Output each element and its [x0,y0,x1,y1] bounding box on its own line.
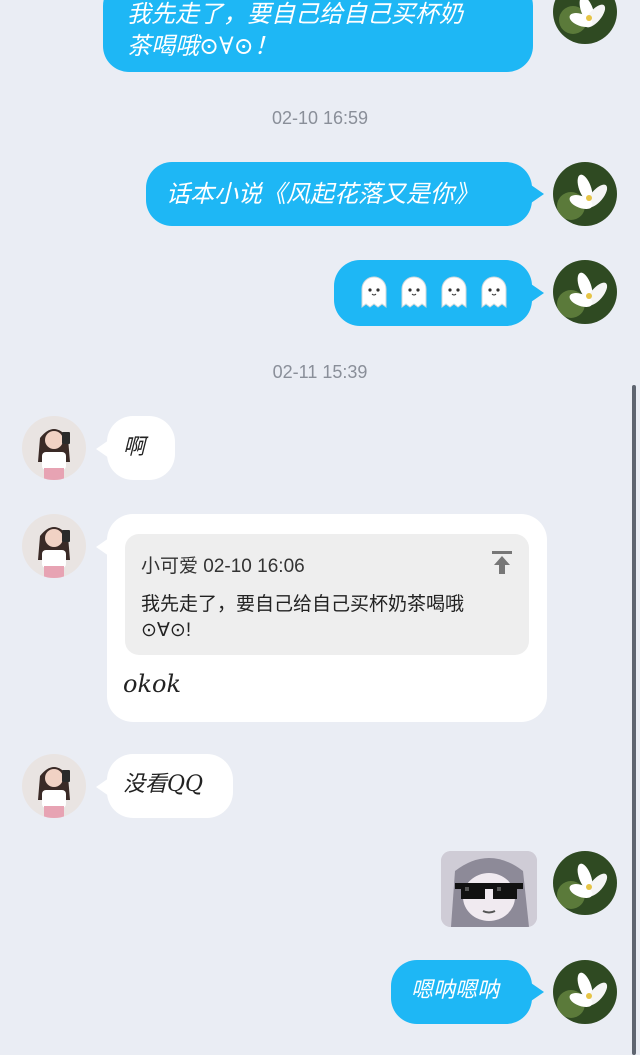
sticker-image[interactable] [441,851,537,927]
my-avatar[interactable] [553,162,617,226]
their-message-bubble[interactable]: 啊 [107,416,175,480]
message-text: 我先走了，要自己给自己买杯奶 [127,0,463,28]
ghost-emoji-icon [401,276,427,308]
quoted-message[interactable]: 小可爱 02-10 16:06 我先走了，要自己给自己买杯奶茶喝哦 ⊙∀⊙! [125,534,529,655]
quote-header: 小可爱 02-10 16:06 [141,556,305,577]
quote-text: 我先走了，要自己给自己买杯奶茶喝哦 [141,594,465,615]
arrow-to-top-icon[interactable] [491,550,513,576]
message-text: 啊 [123,435,146,460]
their-avatar[interactable] [22,754,86,818]
my-message-bubble[interactable]: 我先走了，要自己给自己买杯奶 茶喝哦⊙∀⊙！ [103,0,533,72]
their-avatar[interactable] [22,416,86,480]
timestamp: 02-10 16:59 [271,108,369,128]
emoji-row [356,276,516,308]
quote-text: ⊙∀⊙! [141,620,192,641]
ghost-emoji-icon [481,276,507,308]
timestamp: 02-11 15:39 [272,362,368,382]
my-emoji-bubble[interactable] [334,260,532,326]
my-avatar[interactable] [553,960,617,1024]
my-avatar[interactable] [553,851,617,915]
my-avatar[interactable] [553,0,617,44]
my-message-bubble[interactable]: 嗯呐嗯呐 [391,960,532,1024]
my-message-bubble[interactable]: 话本小说《风起花落又是你》 [146,162,532,226]
ghost-emoji-icon [361,276,387,308]
scrollbar[interactable] [632,385,636,1055]
their-reply-bubble[interactable]: 小可爱 02-10 16:06 我先走了，要自己给自己买杯奶茶喝哦 ⊙∀⊙! o… [107,514,547,722]
message-text: 茶喝哦⊙∀⊙！ [127,32,278,60]
ghost-emoji-icon [441,276,467,308]
bubble-tail [531,983,544,1001]
bubble-tail [531,185,544,203]
message-text: 话本小说《风起花落又是你》 [166,180,478,208]
their-message-bubble[interactable]: 没看QQ [107,754,233,818]
message-text: 没看QQ [123,772,204,797]
message-text: 嗯呐嗯呐 [411,978,500,1003]
bubble-tail [531,284,544,302]
my-avatar[interactable] [553,260,617,324]
their-avatar[interactable] [22,514,86,578]
reply-text: okok [123,670,181,698]
